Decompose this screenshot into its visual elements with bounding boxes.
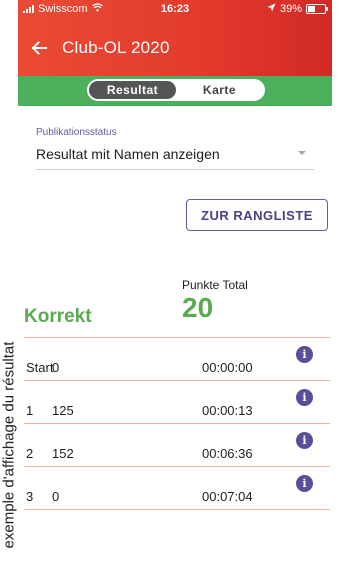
chevron-down-icon	[298, 151, 306, 155]
battery-icon	[306, 4, 328, 14]
row-time: 00:00:00	[202, 360, 253, 375]
row-points: 0	[52, 360, 60, 375]
row-control-id: 2	[26, 446, 34, 461]
info-icon[interactable]: i	[296, 346, 313, 363]
ranking-button[interactable]: ZUR RANGLISTE	[186, 199, 328, 231]
info-icon[interactable]: i	[296, 475, 313, 492]
publication-status-value: Resultat mit Namen anzeigen	[36, 146, 220, 162]
row-points: 125	[52, 403, 74, 418]
result-status: Korrekt	[24, 306, 92, 327]
result-row: 1 125 00:00:13 i	[24, 380, 330, 423]
status-bar: Swisscom 16:23 39%	[18, 0, 332, 20]
publication-status-label: Publikationsstatus	[36, 127, 117, 138]
row-control-id: 3	[26, 489, 34, 504]
page-title: Club-OL 2020	[62, 38, 170, 57]
arrow-left-icon	[31, 41, 47, 55]
row-control-id: Start	[26, 360, 54, 375]
header: Swisscom 16:23 39% Club-OL 2020	[18, 0, 332, 76]
result-row: Start 0 00:00:00 i	[24, 337, 330, 380]
tab-resultat[interactable]: Resultat	[89, 81, 176, 99]
battery-label: 39%	[279, 3, 302, 15]
app-bar: Club-OL 2020	[18, 28, 332, 68]
result-list: Start 0 00:00:00 i 1 125 00:00:13 i 2 15…	[24, 337, 330, 510]
row-time: 00:00:13	[202, 403, 253, 418]
result-row: 3 0 00:07:04 i	[24, 466, 330, 510]
phone-screen: Swisscom 16:23 39% Club-OL 2020 Resultat…	[18, 0, 332, 579]
row-time: 00:07:04	[202, 489, 253, 504]
back-button[interactable]	[24, 33, 54, 63]
points-total-value: 20	[182, 292, 214, 323]
result-row: 2 152 00:06:36 i	[24, 423, 330, 466]
segmented-control: Resultat Karte	[87, 79, 265, 101]
info-icon[interactable]: i	[296, 432, 313, 449]
status-right: 39%	[267, 3, 328, 15]
tab-karte[interactable]: Karte	[176, 81, 263, 99]
points-total-label: Punkte Total	[182, 278, 248, 292]
side-caption-text: exemple d'affichage du résultat	[0, 341, 18, 549]
publication-status-select[interactable]: Resultat mit Namen anzeigen	[36, 143, 314, 170]
info-icon[interactable]: i	[296, 389, 313, 406]
side-caption: exemple d'affichage du résultat	[0, 0, 18, 579]
tab-bar: Resultat Karte	[18, 76, 332, 106]
right-edge	[332, 0, 340, 579]
row-points: 0	[52, 489, 60, 504]
row-points: 152	[52, 446, 74, 461]
row-time: 00:06:36	[202, 446, 253, 461]
location-arrow-icon	[267, 3, 276, 15]
row-control-id: 1	[26, 403, 34, 418]
